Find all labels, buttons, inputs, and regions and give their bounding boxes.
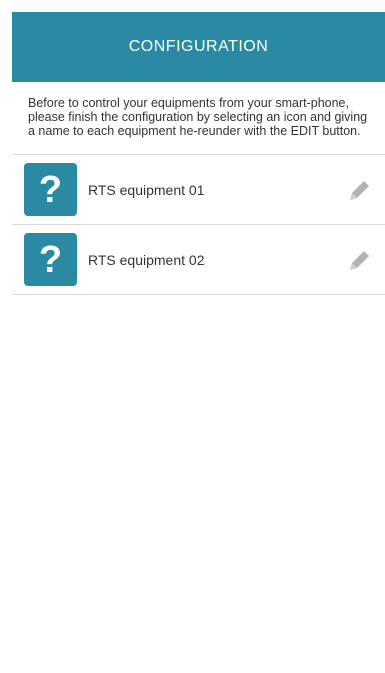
intro-text: Before to control your equipments from y… — [28, 96, 368, 138]
equipment-item-01[interactable]: ? RTS equipment 01 — [12, 155, 385, 225]
equipment-name-01: RTS equipment 01 — [88, 181, 205, 198]
pencil-icon — [350, 180, 369, 200]
question-mark-icon[interactable]: ? — [24, 233, 77, 286]
question-mark-icon[interactable]: ? — [24, 163, 77, 216]
equipment-name-02: RTS equipment 02 — [88, 251, 205, 268]
edit-button-02[interactable] — [347, 247, 373, 273]
edit-button-01[interactable] — [347, 177, 373, 203]
pencil-icon — [350, 250, 369, 270]
app-header: CONFIGURATION — [12, 12, 385, 82]
page-title: CONFIGURATION — [128, 38, 269, 55]
equipment-item-02[interactable]: ? RTS equipment 02 — [12, 225, 385, 295]
app-screen: CONFIGURATION Before to control your equ… — [12, 12, 385, 673]
equipment-list: ? RTS equipment 01 ? RTS equipment 02 — [12, 154, 385, 295]
